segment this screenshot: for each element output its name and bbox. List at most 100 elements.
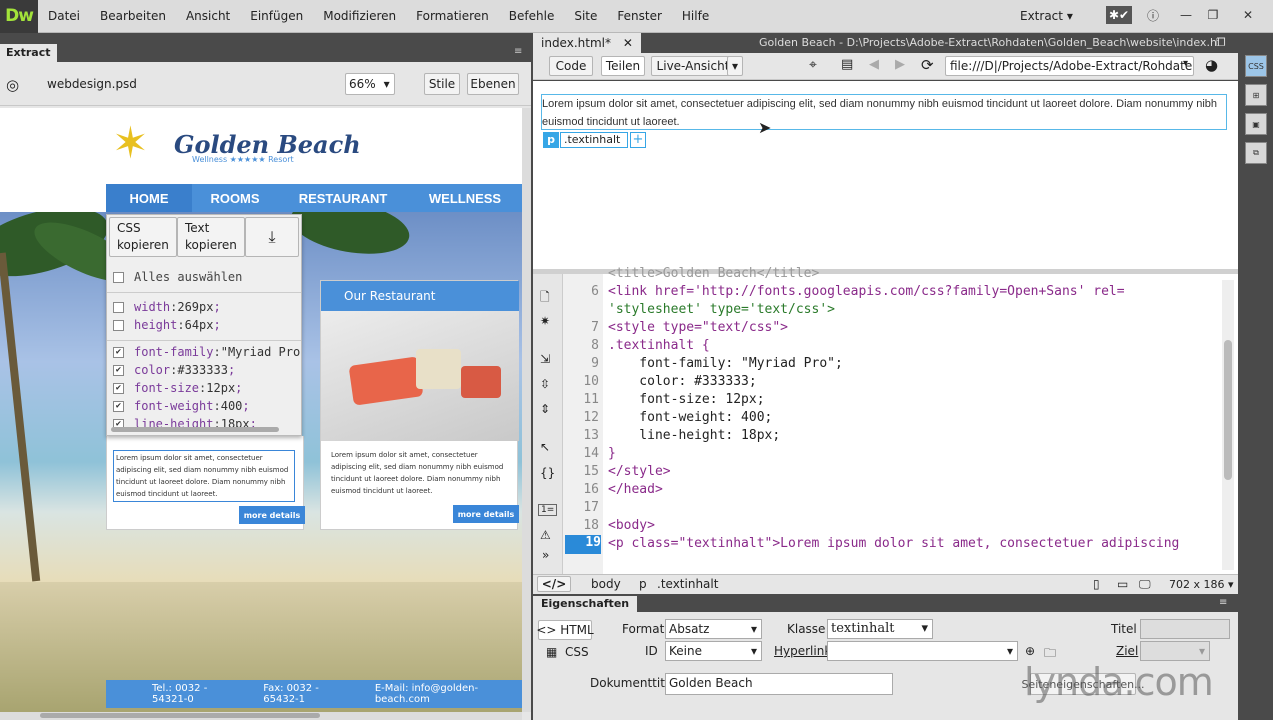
files-icon[interactable]: ⊞ [1245, 84, 1267, 106]
collapse-selection-icon[interactable]: ⇳ [540, 377, 550, 391]
property-checkbox[interactable] [113, 301, 124, 313]
ziel-select[interactable]: ▾ [1140, 641, 1210, 661]
css-property-row[interactable]: ✔ color: #333333; [113, 363, 235, 377]
menu-datei[interactable]: Datei [38, 9, 90, 23]
css-property-row[interactable]: ✔ font-size:12px; [113, 381, 242, 395]
back-icon[interactable]: ◀ [869, 57, 879, 72]
download-icon[interactable]: ⤓ [245, 217, 299, 257]
extract-scrollbar[interactable] [111, 427, 279, 432]
live-paragraph[interactable]: Lorem ipsum dolor sit amet, consectetuer… [541, 94, 1227, 130]
element-class-field[interactable]: .textinhalt [560, 132, 628, 148]
zoom-select[interactable]: 66% ▾ [345, 73, 395, 95]
css-mode-button[interactable]: ▦ CSS [546, 645, 589, 659]
copy-text-button[interactable]: Text kopieren [177, 217, 245, 257]
close-icon[interactable]: ✕ [1237, 6, 1259, 24]
tab-eigenschaften[interactable]: Eigenschaften [533, 596, 638, 612]
property-checkbox[interactable]: ✔ [113, 364, 124, 376]
property-semicolon: ; [213, 300, 221, 314]
copy-css-button[interactable]: CSS kopieren [109, 217, 177, 257]
property-checkbox[interactable]: ✔ [113, 400, 124, 412]
menu-ansicht[interactable]: Ansicht [176, 9, 240, 23]
css-property-row[interactable]: ✔ font-family: "Myriad Pro [113, 345, 300, 359]
menu-einfuegen[interactable]: Einfügen [240, 9, 313, 23]
tag-body[interactable]: body [591, 577, 621, 591]
line-numbers-icon[interactable]: 1= [538, 504, 558, 516]
css-designer-icon[interactable]: CSS [1245, 55, 1267, 77]
more-tools-icon[interactable]: » [542, 548, 549, 562]
property-checkbox[interactable]: ✔ [113, 382, 124, 394]
chevron-down-icon[interactable]: ▾ [727, 56, 743, 76]
css-property-row[interactable]: height:64px; [113, 318, 221, 332]
sync-settings-icon[interactable]: ✱✔ [1106, 6, 1132, 24]
snippets-icon[interactable]: ⧉ [1245, 142, 1267, 164]
address-bar[interactable]: file:///D|/Projects/Adobe-Extract/Rohdat… [945, 56, 1194, 76]
inspect-icon[interactable]: ⌖ [809, 57, 817, 73]
collapse-tag-icon[interactable]: ⇲ [540, 352, 550, 366]
refresh-icon[interactable]: ⟳ [921, 56, 934, 74]
menu-bearbeiten[interactable]: Bearbeiten [90, 9, 176, 23]
panel-menu-icon[interactable]: ≡ [514, 46, 522, 57]
tag-textinhalt[interactable]: .textinhalt [657, 577, 718, 591]
select-all-row[interactable]: Alles auswählen [113, 270, 242, 284]
ebenen-button[interactable]: Ebenen [467, 73, 519, 95]
property-checkbox[interactable]: ✔ [113, 346, 124, 358]
menu-fenster[interactable]: Fenster [607, 9, 672, 23]
mobile-size-icon[interactable]: ▯ [1093, 577, 1100, 591]
tab-extract[interactable]: Extract [0, 44, 57, 62]
forward-icon[interactable]: ▶ [895, 57, 905, 72]
assets-icon[interactable]: ▣ [1245, 113, 1267, 135]
code-view-button[interactable]: Code [549, 56, 593, 76]
titel-field[interactable] [1140, 619, 1230, 639]
split-view-button[interactable]: Teilen [601, 56, 645, 76]
tab-index-html[interactable]: index.html* ✕ [533, 33, 641, 53]
live-code-icon[interactable]: ✷ [540, 314, 550, 328]
canvas-h-scrollbar[interactable] [0, 712, 522, 720]
minimize-icon[interactable]: — [1175, 6, 1197, 24]
restore-icon[interactable]: ❐ [1202, 6, 1224, 24]
desktop-size-icon[interactable]: 🖵 [1139, 577, 1151, 592]
rooms-card-text-selected[interactable]: Lorem ipsum dolor sit amet, consectetuer… [113, 450, 295, 502]
balance-braces-icon[interactable]: {} [540, 466, 555, 480]
menu-hilfe[interactable]: Hilfe [672, 9, 719, 23]
html-mode-button[interactable]: <> HTML [536, 620, 594, 640]
menu-modifizieren[interactable]: Modifizieren [313, 9, 406, 23]
psd-preview-canvas[interactable]: ✶ Golden Beach Wellness ★★★★★ Resort HOM… [0, 108, 522, 712]
css-property-row[interactable]: ✔ font-weight:400; [113, 399, 250, 413]
select-parent-icon[interactable]: ↖ [540, 440, 550, 454]
creative-cloud-icon[interactable]: ◎ [6, 76, 19, 94]
klasse-select[interactable]: textinhalt ▾ [827, 619, 933, 639]
view-options-icon[interactable]: ▤ [841, 57, 853, 72]
live-view-button[interactable]: Live-Ansicht [651, 56, 735, 76]
highlight-invalid-icon[interactable]: ⚠ [540, 528, 551, 542]
code-toggle-icon[interactable]: </> [537, 576, 571, 592]
add-class-icon[interactable]: + [630, 132, 646, 148]
id-select[interactable]: Keine ▾ [665, 641, 762, 661]
restore-doc-icon[interactable]: ❐ [1216, 36, 1226, 49]
dokumenttitel-field[interactable]: Golden Beach [665, 673, 893, 695]
select-all-checkbox[interactable] [113, 271, 124, 283]
format-select[interactable]: Absatz ▾ [665, 619, 762, 639]
menu-befehle[interactable]: Befehle [499, 9, 565, 23]
css-property-row[interactable]: width:269px; [113, 300, 221, 314]
tag-p[interactable]: p [639, 577, 647, 591]
code-v-scrollbar[interactable] [1222, 280, 1234, 570]
menu-site[interactable]: Site [564, 9, 607, 23]
open-documents-icon[interactable]: 🗋 [540, 288, 550, 309]
close-tab-icon[interactable]: ✕ [623, 36, 633, 50]
help-icon[interactable]: ⓘ [1142, 6, 1164, 24]
panel-menu-icon[interactable]: ≡ [1219, 597, 1227, 608]
globe-icon[interactable]: ◕ [1205, 56, 1218, 74]
canvas-v-scrollbar[interactable] [522, 108, 531, 712]
live-view[interactable]: Lorem ipsum dolor sit amet, consectetuer… [533, 81, 1238, 269]
menu-formatieren[interactable]: Formatieren [406, 9, 499, 23]
tablet-size-icon[interactable]: ▭ [1117, 577, 1128, 591]
chevron-down-icon[interactable]: ▾ [1183, 58, 1188, 69]
stile-button[interactable]: Stile [424, 73, 460, 95]
point-to-file-icon[interactable]: ⊕ [1025, 644, 1035, 658]
workspace-switcher[interactable]: Extract ▾ [1020, 9, 1073, 23]
window-size-readout[interactable]: 702 x 186 ▾ [1169, 578, 1234, 591]
element-tag-badge[interactable]: p [543, 132, 559, 148]
expand-all-icon[interactable]: ⇕ [540, 402, 550, 416]
property-checkbox[interactable] [113, 319, 124, 331]
hyperlink-field[interactable]: ▾ [827, 641, 1018, 661]
